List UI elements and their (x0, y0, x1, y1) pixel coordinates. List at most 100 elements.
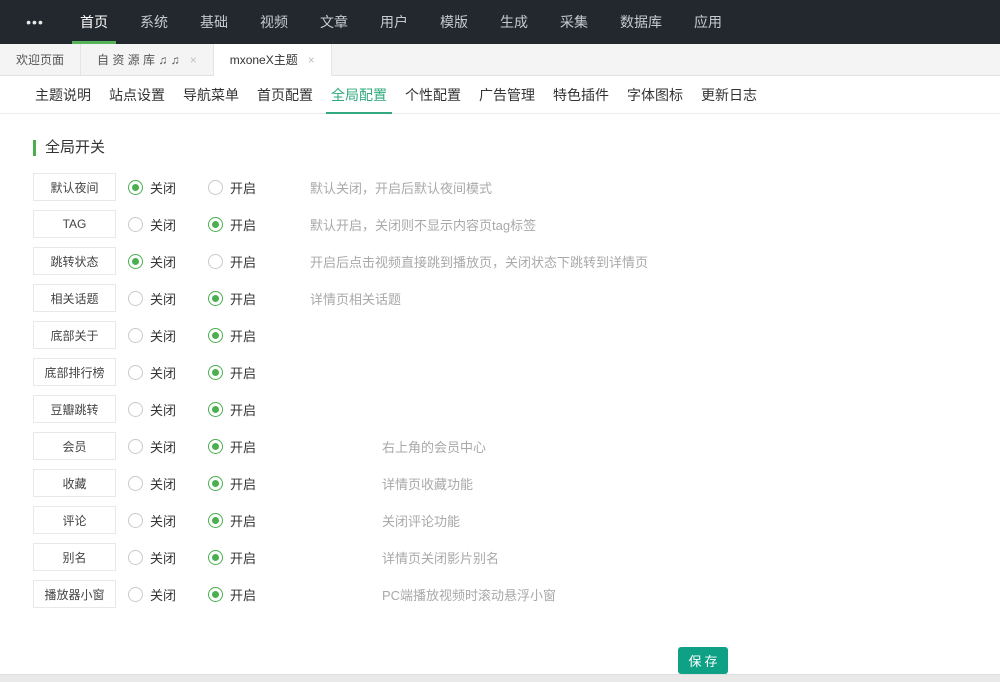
subtab-6[interactable]: 广告管理 (470, 76, 544, 113)
radio-on[interactable]: 开启 (208, 474, 276, 493)
topnav-item-7[interactable]: 生成 (484, 0, 544, 44)
radio-on[interactable]: 开启 (208, 437, 276, 456)
radio-off[interactable]: 关闭 (128, 178, 196, 197)
radio-on-icon (208, 254, 223, 269)
radio-off[interactable]: 关闭 (128, 363, 196, 382)
radio-off-label: 关闭 (150, 178, 176, 197)
subtab-0[interactable]: 主题说明 (26, 76, 100, 113)
subtab-label: 站点设置 (109, 85, 165, 105)
topnav-item-label: 模版 (440, 12, 468, 32)
window-tabstrip: 欢迎页面 自 资 源 库 ♫ ♫ × mxoneX主题 × (0, 44, 1000, 76)
subtab-1[interactable]: 站点设置 (100, 76, 174, 113)
topnav-item-10[interactable]: 应用 (678, 0, 738, 44)
bottom-edge-strip (0, 674, 1000, 682)
subtab-8[interactable]: 字体图标 (618, 76, 692, 113)
setting-label-box: 底部关于 (33, 321, 116, 349)
radio-on-label: 开启 (230, 178, 256, 197)
radio-off-icon (128, 402, 143, 417)
setting-label-box: 别名 (33, 543, 116, 571)
radio-on[interactable]: 开启 (208, 289, 276, 308)
subtab-7[interactable]: 特色插件 (544, 76, 618, 113)
radio-off[interactable]: 关闭 (128, 252, 196, 271)
radio-on-icon (208, 217, 223, 232)
close-icon[interactable]: × (308, 53, 315, 67)
save-button[interactable]: 保存 (678, 647, 728, 674)
radio-on-label: 开启 (230, 252, 256, 271)
radio-off[interactable]: 关闭 (128, 585, 196, 604)
radio-on[interactable]: 开启 (208, 363, 276, 382)
setting-label-box: 默认夜间 (33, 173, 116, 201)
setting-row: 底部关于 关闭 开启 (33, 321, 1000, 349)
topnav-item-3[interactable]: 视频 (244, 0, 304, 44)
radio-off-icon (128, 291, 143, 306)
radio-on-label: 开启 (230, 511, 256, 530)
subtab-label: 首页配置 (257, 85, 313, 105)
radio-off-icon (128, 550, 143, 565)
radio-off[interactable]: 关闭 (128, 511, 196, 530)
radio-off-icon (128, 254, 143, 269)
radio-off-icon (128, 365, 143, 380)
radio-off[interactable]: 关闭 (128, 400, 196, 419)
topnav-item-6[interactable]: 模版 (424, 0, 484, 44)
setting-row: 默认夜间 关闭 开启 默认关闭，开启后默认夜间模式 (33, 173, 1000, 201)
subtab-3[interactable]: 首页配置 (248, 76, 322, 113)
radio-on-icon (208, 439, 223, 454)
subtab-9[interactable]: 更新日志 (692, 76, 766, 113)
topnav-item-4[interactable]: 文章 (304, 0, 364, 44)
radio-on-label: 开启 (230, 585, 256, 604)
topnav-item-1[interactable]: 系统 (124, 0, 184, 44)
radio-on-label: 开启 (230, 326, 256, 345)
topnav-item-9[interactable]: 数据库 (604, 0, 678, 44)
radio-off-icon (128, 439, 143, 454)
subtab-label: 主题说明 (35, 85, 91, 105)
radio-off-label: 关闭 (150, 289, 176, 308)
subtab-label: 广告管理 (479, 85, 535, 105)
settings-rows: 默认夜间 关闭 开启 默认关闭，开启后默认夜间模式 TAG 关闭 开启 默认开启… (33, 173, 1000, 608)
radio-off[interactable]: 关闭 (128, 474, 196, 493)
close-icon[interactable]: × (190, 53, 197, 67)
radio-on[interactable]: 开启 (208, 548, 276, 567)
radio-on-label: 开启 (230, 548, 256, 567)
radio-on-label: 开启 (230, 289, 256, 308)
radio-off[interactable]: 关闭 (128, 215, 196, 234)
radio-on[interactable]: 开启 (208, 252, 276, 271)
subtab-label: 更新日志 (701, 85, 757, 105)
setting-row: 播放器小窗 关闭 开启 PC端播放视频时滚动悬浮小窗 (33, 580, 1000, 608)
radio-on-icon (208, 180, 223, 195)
topnav-item-8[interactable]: 采集 (544, 0, 604, 44)
setting-label-box: 相关话题 (33, 284, 116, 312)
radio-on[interactable]: 开启 (208, 326, 276, 345)
radio-off[interactable]: 关闭 (128, 326, 196, 345)
radio-on[interactable]: 开启 (208, 215, 276, 234)
radio-on[interactable]: 开启 (208, 511, 276, 530)
subtab-label: 特色插件 (553, 85, 609, 105)
subtab-4[interactable]: 全局配置 (322, 76, 396, 113)
radio-off[interactable]: 关闭 (128, 437, 196, 456)
radio-on-icon (208, 402, 223, 417)
radio-on[interactable]: 开启 (208, 585, 276, 604)
radio-on[interactable]: 开启 (208, 178, 276, 197)
radio-off[interactable]: 关闭 (128, 289, 196, 308)
radio-off-label: 关闭 (150, 548, 176, 567)
window-tab-2[interactable]: mxoneX主题 × (214, 44, 332, 76)
radio-off-icon (128, 476, 143, 491)
setting-row: 豆瓣跳转 关闭 开启 (33, 395, 1000, 423)
topnav-item-2[interactable]: 基础 (184, 0, 244, 44)
subtab-2[interactable]: 导航菜单 (174, 76, 248, 113)
topnav-item-0[interactable]: 首页 (64, 0, 124, 44)
setting-description: 右上角的会员中心 (382, 437, 486, 456)
subtab-5[interactable]: 个性配置 (396, 76, 470, 113)
radio-on[interactable]: 开启 (208, 400, 276, 419)
more-menu-icon[interactable]: ••• (18, 0, 52, 44)
window-tab-0[interactable]: 欢迎页面 (0, 44, 81, 75)
subtab-label: 个性配置 (405, 85, 461, 105)
radio-off-label: 关闭 (150, 585, 176, 604)
setting-label-box: TAG (33, 210, 116, 238)
topnav-item-5[interactable]: 用户 (364, 0, 424, 44)
window-tab-1[interactable]: 自 资 源 库 ♫ ♫ × (81, 44, 214, 75)
setting-row: 底部排行榜 关闭 开启 (33, 358, 1000, 386)
settings-panel: 全局开关 默认夜间 关闭 开启 默认关闭，开启后默认夜间模式 TAG 关闭 开启… (0, 114, 1000, 674)
radio-on-label: 开启 (230, 400, 256, 419)
radio-on-icon (208, 328, 223, 343)
radio-off[interactable]: 关闭 (128, 548, 196, 567)
